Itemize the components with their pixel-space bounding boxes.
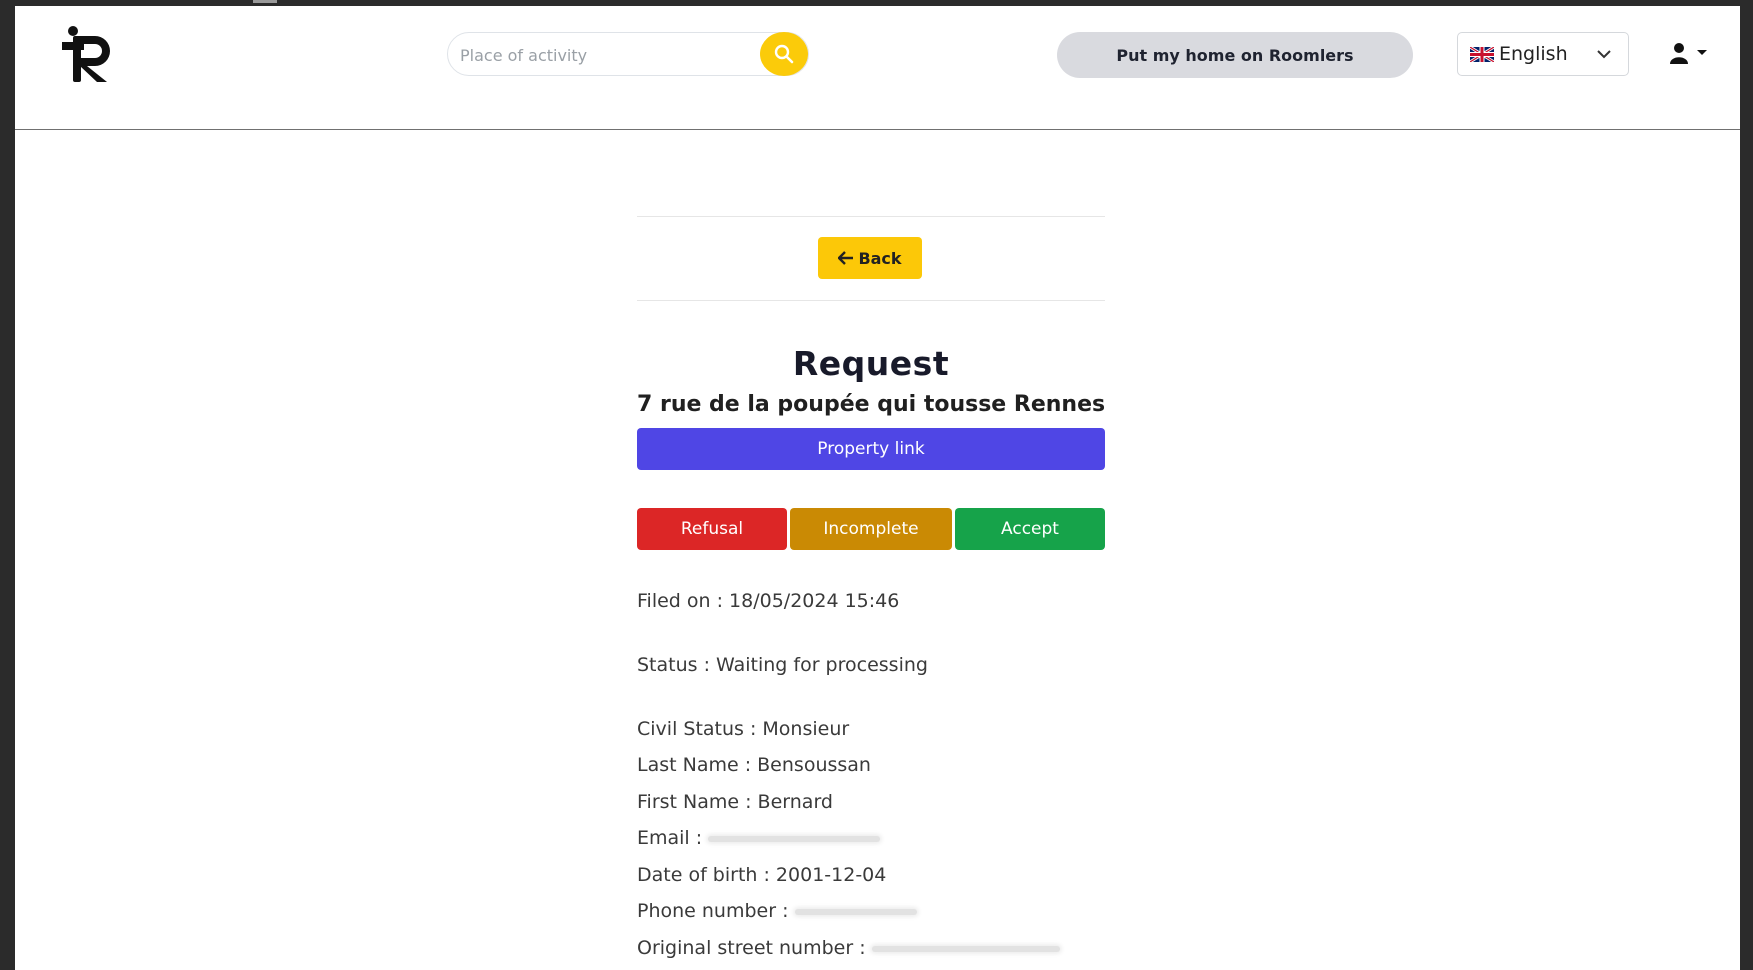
- language-select[interactable]: English: [1457, 32, 1629, 76]
- chevron-down-icon: [1597, 50, 1611, 59]
- user-icon: [1670, 43, 1707, 64]
- arrow-left-icon: [838, 251, 854, 265]
- email-redacted: [708, 835, 881, 842]
- date-of-birth-text: Date of birth : 2001-12-04: [637, 864, 887, 886]
- refusal-button[interactable]: Refusal: [637, 508, 787, 550]
- accept-button[interactable]: Accept: [955, 508, 1105, 550]
- last-name-text: Last Name : Bensoussan: [637, 754, 871, 776]
- filed-on-text: Filed on : 18/05/2024 15:46: [637, 590, 900, 612]
- roomlers-logo[interactable]: [59, 22, 119, 84]
- civil-status-text: Civil Status : Monsieur: [637, 718, 850, 740]
- search-button[interactable]: [760, 32, 808, 76]
- phone-row: Phone number :: [637, 900, 917, 922]
- back-button[interactable]: Back: [818, 237, 922, 279]
- uk-flag-icon: [1470, 46, 1494, 62]
- user-menu[interactable]: [1669, 42, 1713, 66]
- phone-redacted: [794, 908, 917, 915]
- email-row: Email :: [637, 827, 881, 849]
- search-bar: [447, 32, 809, 76]
- property-address: 7 rue de la poupée qui tousse Rennes: [637, 392, 1106, 417]
- put-home-button[interactable]: Put my home on Roomlers: [1057, 32, 1413, 78]
- street-number-label: Original street number :: [637, 937, 866, 959]
- divider: [637, 300, 1105, 301]
- language-label: English: [1499, 43, 1568, 65]
- email-label: Email :: [637, 827, 703, 849]
- browser-page: Put my home on Roomlers English: [15, 6, 1740, 970]
- caret-down-icon: [1697, 50, 1707, 55]
- search-input[interactable]: [458, 40, 752, 70]
- top-navigation-bar: Put my home on Roomlers English: [15, 6, 1740, 130]
- divider: [637, 216, 1105, 217]
- street-number-row: Original street number :: [637, 937, 1060, 959]
- first-name-text: First Name : Bernard: [637, 791, 833, 813]
- street-number-redacted: [871, 945, 1060, 952]
- page-title: Request: [792, 344, 950, 383]
- window-tab-indicator: [253, 0, 277, 3]
- status-text: Status : Waiting for processing: [637, 654, 928, 676]
- back-label: Back: [858, 248, 902, 268]
- search-icon: [774, 44, 794, 64]
- property-link-button[interactable]: Property link: [637, 428, 1105, 470]
- phone-label: Phone number :: [637, 900, 789, 922]
- incomplete-button[interactable]: Incomplete: [790, 508, 952, 550]
